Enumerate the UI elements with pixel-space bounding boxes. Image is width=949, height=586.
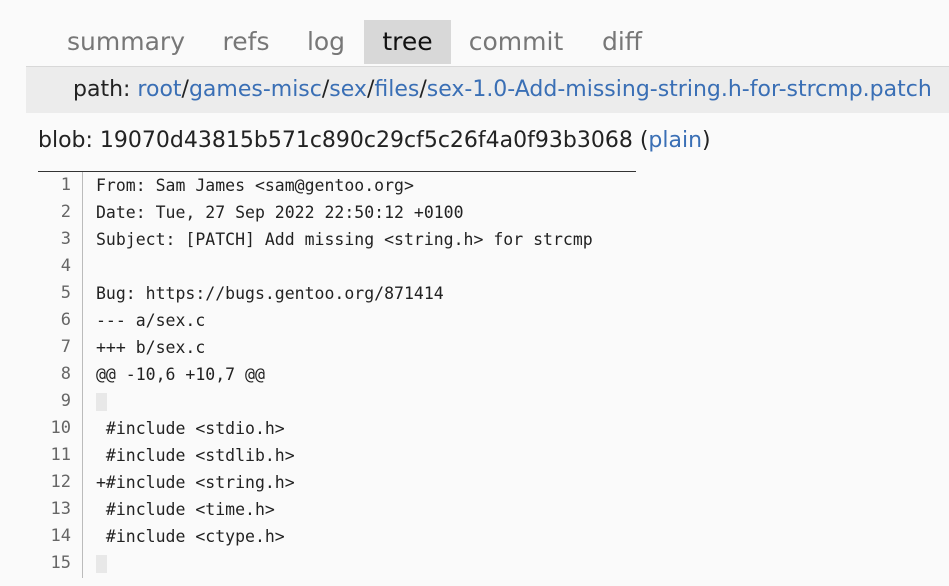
- code-line: 8 @@ -10,6 +10,7 @@: [38, 361, 636, 388]
- line-number[interactable]: 3: [38, 226, 71, 253]
- tab-tree[interactable]: tree: [364, 20, 451, 64]
- whitespace-marker: [96, 555, 107, 573]
- line-text: Subject: [PATCH] Add missing <string.h> …: [96, 230, 593, 249]
- line-text: Date: Tue, 27 Sep 2022 22:50:12 +0100: [96, 203, 464, 222]
- tab-bar: summary refs log tree commit diff: [26, 20, 949, 69]
- line-number[interactable]: 10: [38, 415, 71, 442]
- line-number[interactable]: 15: [38, 550, 71, 577]
- code-line: 3 Subject: [PATCH] Add missing <string.h>…: [38, 226, 636, 253]
- code-line: 6 --- a/sex.c: [38, 307, 636, 334]
- code-line: 11 #include <stdlib.h>: [38, 442, 636, 469]
- line-text: #include <stdlib.h>: [96, 446, 295, 465]
- line-number[interactable]: 8: [38, 361, 71, 388]
- line-number[interactable]: 6: [38, 307, 71, 334]
- blob-close-paren: ): [702, 128, 711, 153]
- tab-log[interactable]: log: [296, 20, 356, 64]
- blob-open-paren: (: [632, 128, 649, 153]
- code-line: 9: [38, 388, 636, 415]
- line-text: Bug: https://bugs.gentoo.org/871414: [96, 284, 444, 303]
- line-text: +#include <string.h>: [96, 473, 295, 492]
- code-line: 4: [38, 253, 636, 280]
- code-line: 10 #include <stdio.h>: [38, 415, 636, 442]
- code-line: 15: [38, 550, 636, 577]
- blob-hash: 19070d43815b571c890c29cf5c26f4a0f93b3068: [99, 128, 633, 153]
- code-line: 13 #include <time.h>: [38, 496, 636, 523]
- blob-label: blob:: [38, 128, 100, 153]
- line-number[interactable]: 5: [38, 280, 71, 307]
- line-text: --- a/sex.c: [96, 311, 206, 330]
- code-view: 1 From: Sam James <sam@gentoo.org> 2 Date: …: [38, 171, 636, 578]
- code-line: 2 Date: Tue, 27 Sep 2022 22:50:12 +0100: [38, 199, 636, 226]
- line-text: +++ b/sex.c: [96, 338, 206, 357]
- path-bar: path: root/games-misc/sex/files/sex-1.0-…: [26, 67, 949, 113]
- line-number[interactable]: 14: [38, 523, 71, 550]
- line-number[interactable]: 12: [38, 469, 71, 496]
- line-number[interactable]: 9: [38, 388, 71, 415]
- code-line: 1 From: Sam James <sam@gentoo.org>: [38, 172, 636, 199]
- tab-refs[interactable]: refs: [209, 20, 283, 64]
- code-line: 7 +++ b/sex.c: [38, 334, 636, 361]
- line-number[interactable]: 4: [38, 253, 71, 280]
- line-number[interactable]: 1: [38, 172, 71, 199]
- line-text: From: Sam James <sam@gentoo.org>: [96, 176, 414, 195]
- line-number[interactable]: 11: [38, 442, 71, 469]
- tab-commit[interactable]: commit: [464, 20, 568, 64]
- path-label: path:: [73, 77, 138, 102]
- code-line: 14 #include <ctype.h>: [38, 523, 636, 550]
- tab-summary[interactable]: summary: [56, 20, 196, 64]
- blob-header: blob: 19070d43815b571c890c29cf5c26f4a0f9…: [38, 124, 711, 158]
- code-line: 12 +#include <string.h>: [38, 469, 636, 496]
- code-line: 5 Bug: https://bugs.gentoo.org/871414: [38, 280, 636, 307]
- line-text: #include <stdio.h>: [96, 419, 285, 438]
- plain-link[interactable]: plain: [648, 128, 702, 153]
- line-text: #include <ctype.h>: [96, 527, 285, 546]
- path-separator: /: [181, 77, 189, 102]
- tab-diff[interactable]: diff: [592, 20, 652, 64]
- line-number[interactable]: 2: [38, 199, 71, 226]
- line-text: #include <time.h>: [96, 500, 275, 519]
- line-number[interactable]: 7: [38, 334, 71, 361]
- line-number[interactable]: 13: [38, 496, 71, 523]
- line-text: @@ -10,6 +10,7 @@: [96, 365, 265, 384]
- path-segment-files[interactable]: files: [374, 77, 419, 102]
- code-lines: 1 From: Sam James <sam@gentoo.org> 2 Date: …: [38, 172, 636, 577]
- path-segment-root[interactable]: root: [137, 77, 181, 102]
- path-separator: /: [419, 77, 427, 102]
- path-segment-games-misc[interactable]: games-misc: [189, 77, 322, 102]
- path-segment-sex[interactable]: sex: [329, 77, 367, 102]
- whitespace-marker: [96, 393, 107, 411]
- path-segment-file[interactable]: sex-1.0-Add-missing-string.h-for-strcmp.…: [427, 77, 932, 102]
